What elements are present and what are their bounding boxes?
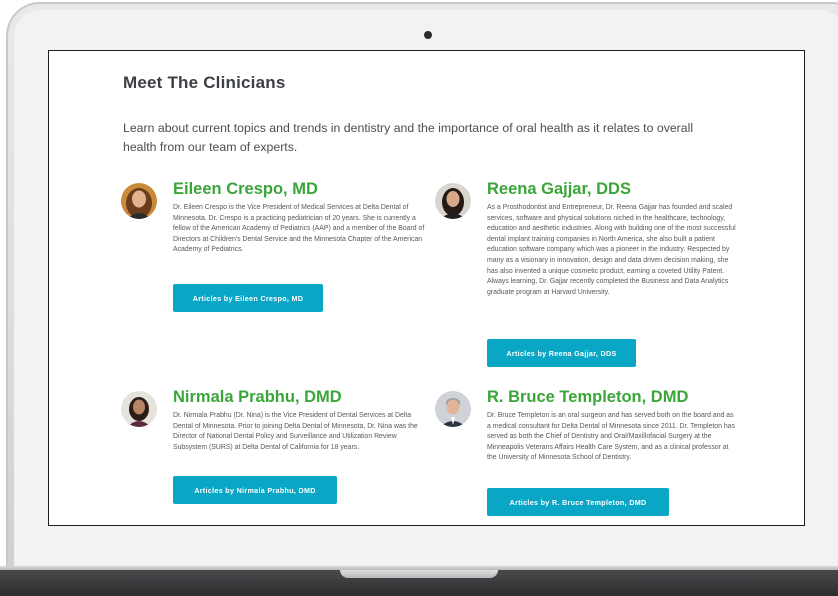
avatar: [121, 183, 157, 219]
webcam-icon: [424, 31, 432, 39]
clinician-card-crespo: Eileen Crespo, MD Dr. Eileen Crespo is t…: [121, 180, 424, 323]
articles-button-crespo[interactable]: Articles by Eileen Crespo, MD: [173, 284, 323, 312]
clinician-bio: Dr. Bruce Templeton is an oral surgeon a…: [487, 412, 735, 462]
page-intro: Learn about current topics and trends in…: [123, 121, 694, 154]
clinician-name: R. Bruce Templeton, DMD: [487, 388, 689, 406]
avatar: [435, 391, 471, 427]
articles-button-gajjar[interactable]: Articles by Reena Gajjar, DDS: [487, 339, 636, 367]
clinician-card-gajjar: Reena Gajjar, DDS As a Prosthodontist an…: [435, 180, 736, 373]
clinician-card-prabhu: Nirmala Prabhu, DMD Dr. Nirmala Prabhu (…: [121, 388, 418, 511]
laptop-screen: Meet The Clinicians Learn about current …: [49, 51, 804, 525]
clinician-bio: As a Prosthodontist and Entrepreneur, Dr…: [487, 204, 736, 296]
clinician-card-templeton: R. Bruce Templeton, DMD Dr. Bruce Temple…: [435, 388, 735, 521]
laptop-hinge-notch: [340, 570, 498, 578]
clinician-bio: Dr. Nirmala Prabhu (Dr. Nina) is the Vic…: [173, 412, 418, 451]
articles-button-templeton[interactable]: Articles by R. Bruce Templeton, DMD: [487, 488, 669, 516]
clinician-name: Reena Gajjar, DDS: [487, 180, 631, 198]
page-title: Meet The Clinicians: [123, 73, 286, 92]
articles-button-prabhu[interactable]: Articles by Nirmala Prabhu, DMD: [173, 476, 337, 504]
avatar: [435, 183, 471, 219]
clinician-bio: Dr. Eileen Crespo is the Vice President …: [173, 204, 425, 254]
clinician-name: Eileen Crespo, MD: [173, 180, 318, 198]
clinician-name: Nirmala Prabhu, DMD: [173, 388, 342, 406]
avatar: [121, 391, 157, 427]
